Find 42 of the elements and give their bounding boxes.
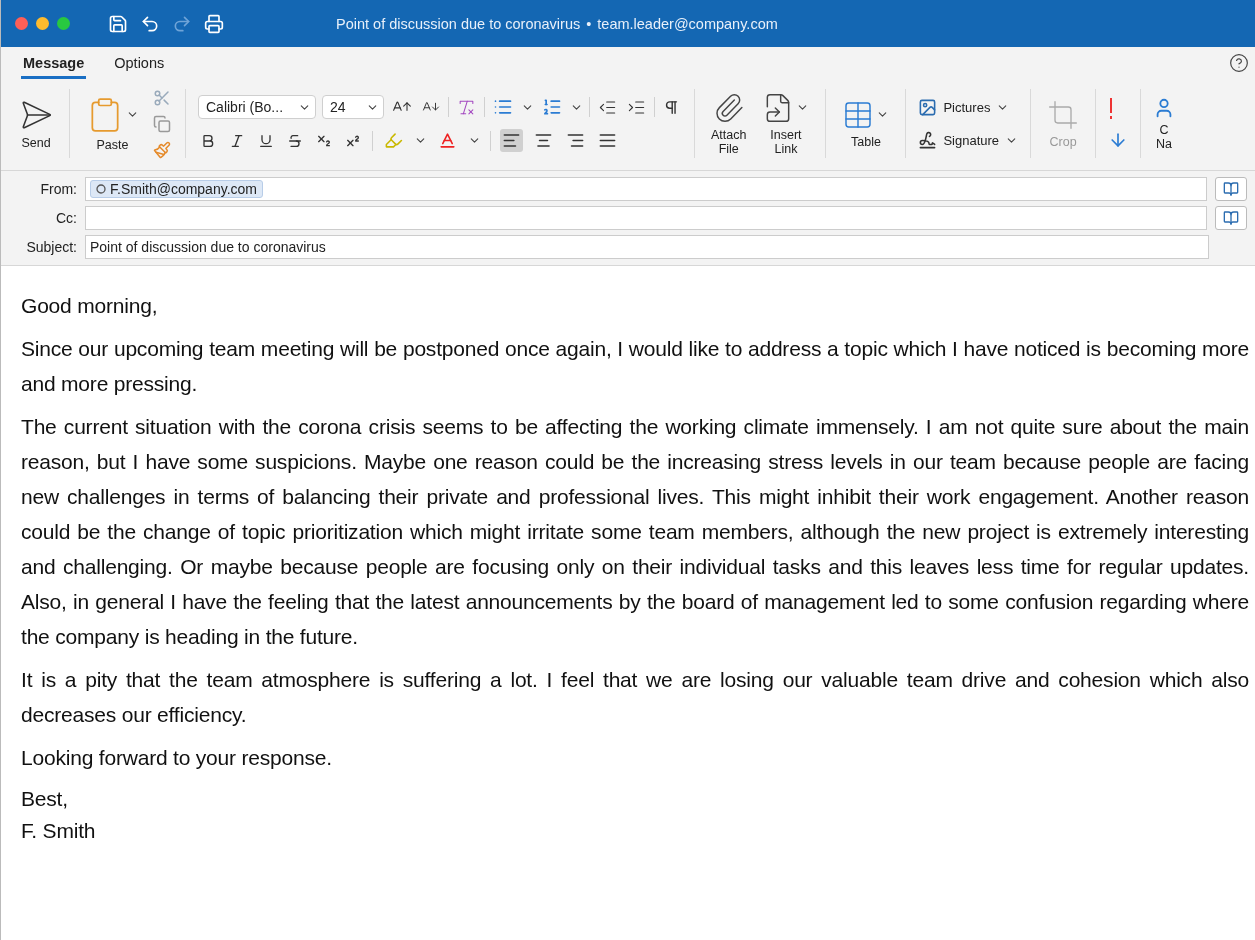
field-label: Cc: xyxy=(55,210,77,226)
subject-field[interactable]: Point of discussion due to coronavirus xyxy=(85,235,1209,259)
address-book-icon[interactable] xyxy=(1215,177,1247,201)
table-button[interactable]: Table xyxy=(838,98,894,149)
from-field[interactable]: F.Smith@company.com xyxy=(85,177,1207,201)
attach-file-button[interactable]: Attach File xyxy=(707,91,751,156)
ribbon-tab[interactable]: Options xyxy=(112,55,167,79)
partial-ribbon-button[interactable]: C Na xyxy=(1153,96,1176,151)
body-paragraph: It is a pity that the team atmosphere is suffering a lot. I feel that we are losing our valuable team drive and cohesion which also decreases our efficiency. xyxy=(21,667,1249,728)
field-label: Subject: xyxy=(25,239,77,255)
account-address: team.leader@company.com xyxy=(597,15,778,32)
exclamation-icon[interactable] xyxy=(1108,97,1115,120)
signature-icon xyxy=(918,130,938,150)
crop-icon xyxy=(1047,98,1080,131)
printer-icon[interactable] xyxy=(204,13,224,34)
image-icon xyxy=(918,97,938,117)
body-paragraph: Looking forward to your response. xyxy=(21,745,333,771)
minimize-button[interactable] xyxy=(36,17,49,30)
save-icon[interactable] xyxy=(108,13,128,34)
circle-icon xyxy=(96,184,106,194)
closing-line: Best, xyxy=(21,786,69,812)
zoom-button[interactable] xyxy=(57,17,70,30)
help-icon xyxy=(1229,53,1249,73)
title-separator: • xyxy=(586,15,592,32)
align-left-icon[interactable] xyxy=(500,129,523,152)
closing-line: F. Smith xyxy=(21,818,97,844)
address-chip[interactable]: F.Smith@company.com xyxy=(90,180,263,198)
paste-button[interactable]: Paste xyxy=(82,95,143,152)
window-title: Point of discussion due to coronavirus xyxy=(336,15,581,32)
field-label: From: xyxy=(39,181,77,197)
cc-field[interactable] xyxy=(85,206,1207,230)
undo-icon[interactable] xyxy=(140,13,160,34)
greeting: Good morning, xyxy=(21,293,159,319)
signature-button[interactable]: Signature xyxy=(918,130,1019,150)
send-button[interactable]: Send xyxy=(15,97,57,150)
font-name-dropdown[interactable]: Calibri (Bo... xyxy=(198,95,316,119)
pictures-button[interactable]: Pictures xyxy=(918,97,1019,117)
insert-link-button[interactable]: Insert Link xyxy=(758,91,814,156)
body-paragraph: The current situation with the corona crisis seems to be affecting the working climate immensely. I am not quite sure about the main reason, but I have some suspicions. Maybe one reason could be the increasing stress levels in our team because people are facing new challenges in terms of balancing their private and professional lives. This might inhibit their work engagement. Another reason could be the change of topic prioritization which might irritate some team members, although the new project is extremely interesting and challenging. Or maybe because people are focusing only on their individual tasks and this leaves less time for regular updates. Also, in general I have the feeling that the latest announcements by the board of management led to some confusion regarding where the company is heading in the future. xyxy=(21,414,1249,650)
address-book-icon[interactable] xyxy=(1215,206,1247,230)
font-size-dropdown[interactable]: 24 xyxy=(322,95,384,119)
body-paragraph: Since our upcoming team meeting will be postponed once again, I would like to address a topic which I have noticed is becoming more and more pressing. xyxy=(21,336,1249,397)
